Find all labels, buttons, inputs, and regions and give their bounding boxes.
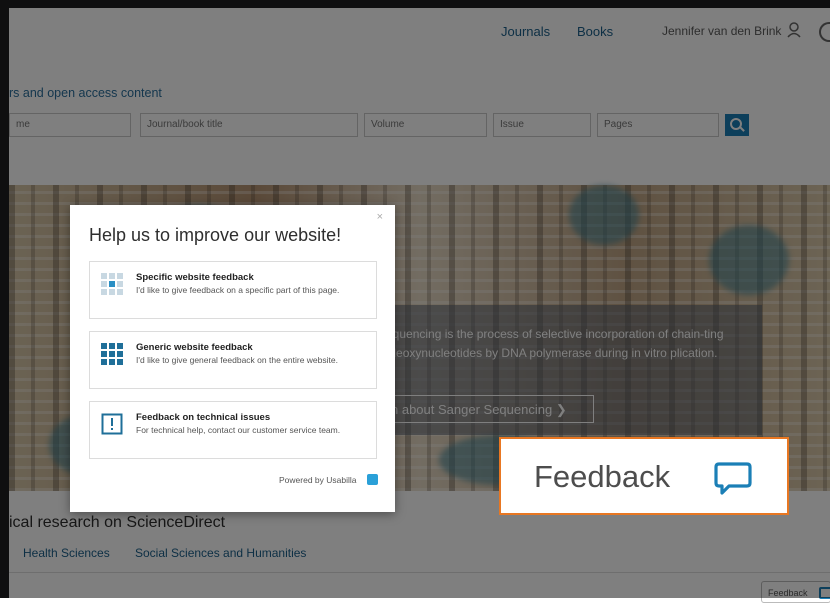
usabilla-logo-icon xyxy=(367,474,378,485)
feedback-tab-label: Feedback xyxy=(534,459,671,494)
feedback-modal: × Help us to improve our website! Specif… xyxy=(70,205,395,512)
option-technical-issues[interactable]: Feedback on technical issues For technic… xyxy=(89,401,377,459)
option-generic-feedback[interactable]: Generic website feedback I'd like to giv… xyxy=(89,331,377,389)
speech-bubble-icon xyxy=(714,462,752,495)
option-description: For technical help, contact our customer… xyxy=(136,425,341,435)
top-window-edge xyxy=(9,0,830,8)
exclamation-icon xyxy=(101,413,123,435)
modal-title: Help us to improve our website! xyxy=(89,225,342,245)
powered-by-usabilla[interactable]: Powered by Usabilla xyxy=(279,475,356,485)
option-title: Feedback on technical issues xyxy=(136,412,271,423)
option-title: Generic website feedback xyxy=(136,342,253,353)
option-description: I'd like to give general feedback on the… xyxy=(136,355,338,365)
close-icon[interactable]: × xyxy=(377,211,383,223)
option-specific-feedback[interactable]: Specific website feedback I'd like to gi… xyxy=(89,261,377,319)
option-description: I'd like to give feedback on a specific … xyxy=(136,285,340,295)
specific-grid-icon xyxy=(101,273,123,295)
left-window-edge xyxy=(0,0,9,598)
feedback-tab-button[interactable]: Feedback xyxy=(499,437,789,515)
generic-grid-icon xyxy=(101,343,123,365)
option-title: Specific website feedback xyxy=(136,272,254,283)
